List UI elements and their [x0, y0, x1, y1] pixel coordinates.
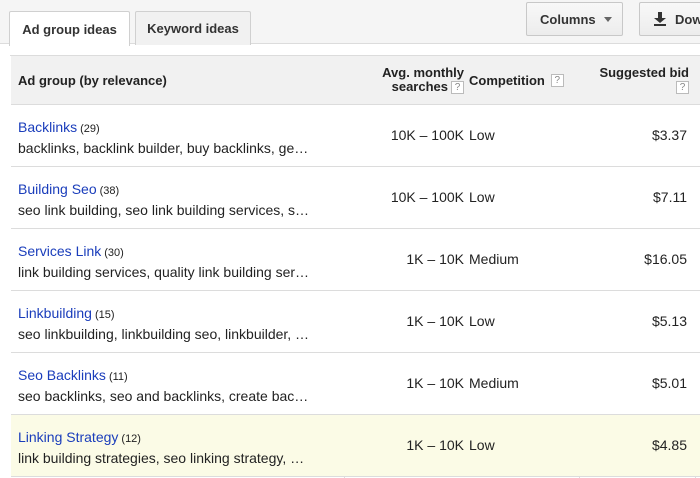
download-icon [654, 12, 666, 26]
bid-cell: $5.01 [651, 375, 687, 391]
bid-cell: $3.37 [651, 127, 687, 143]
searches-cell: 10K – 100K [390, 127, 464, 143]
table-header: Ad group (by relevance) Avg. monthly sea… [11, 56, 700, 105]
columns-button[interactable]: Columns [526, 2, 623, 36]
keyword-count: (38) [99, 185, 120, 197]
searches-cell: 1K – 10K [406, 375, 464, 391]
table-row: Services Link (30) link building services… [11, 229, 700, 291]
help-icon[interactable]: ? [451, 81, 464, 95]
ad-group-cell: Building Seo (38) seo link building, seo … [11, 167, 344, 228]
table-row: Backlinks (29) backlinks, backlink builde… [11, 105, 700, 167]
header-searches-line2: searches [391, 79, 448, 94]
tab-ad-group-ideas[interactable]: Ad group ideas [9, 11, 130, 46]
keyword-list: link building services, quality link bui… [18, 264, 310, 280]
keyword-count: (11) [108, 371, 128, 383]
competition-cell: Low [469, 437, 495, 453]
download-label: Download [675, 11, 700, 27]
keyword-list: seo linkbuilding, linkbuilding seo, link… [18, 326, 310, 342]
header-ad-group[interactable]: Ad group (by relevance) [11, 56, 344, 104]
table-row: Linkbuilding (15) seo linkbuilding, linkb… [11, 291, 700, 353]
bid-cell: $7.11 [653, 189, 687, 205]
header-avg-monthly-searches[interactable]: Avg. monthly searches? [344, 56, 464, 104]
columns-label: Columns [540, 11, 596, 27]
chevron-down-icon [603, 16, 612, 22]
download-button[interactable]: Download [639, 2, 700, 36]
ad-group-link[interactable]: Services Link [18, 243, 101, 259]
table-row: Linking Strategy (12) link building strat… [11, 415, 700, 477]
ad-group-link[interactable]: Linkbuilding [18, 305, 92, 321]
help-icon[interactable]: ? [676, 81, 689, 95]
ad-group-cell: Seo Backlinks (11) seo backlinks, seo and… [11, 353, 344, 414]
table-row: Building Seo (38) seo link building, seo … [11, 167, 700, 229]
competition-cell: Low [469, 127, 495, 143]
keyword-list: seo link building, seo link building ser… [18, 202, 310, 218]
ad-group-cell: Backlinks (29) backlinks, backlink builde… [11, 105, 344, 166]
help-icon[interactable]: ? [550, 73, 564, 87]
ad-group-link[interactable]: Backlinks [18, 119, 77, 135]
keyword-count: (12) [121, 433, 141, 445]
header-bid-label: Suggested bid [599, 65, 689, 80]
ad-group-table: Ad group (by relevance) Avg. monthly sea… [10, 55, 700, 478]
ad-group-link[interactable]: Building Seo [18, 181, 97, 197]
competition-cell: Low [469, 313, 495, 329]
keyword-list: link building strategies, seo linking st… [18, 450, 305, 466]
competition-cell: Medium [469, 251, 519, 267]
ad-group-cell: Linkbuilding (15) seo linkbuilding, linkb… [11, 291, 344, 352]
header-suggested-bid[interactable]: Suggested bid ? [579, 56, 689, 104]
header-competition[interactable]: Competition? [464, 56, 579, 104]
searches-cell: 1K – 10K [406, 437, 464, 453]
keyword-count: (30) [104, 247, 124, 259]
searches-cell: 10K – 100K [390, 189, 464, 205]
bid-cell: $5.13 [651, 313, 687, 329]
keyword-count: (15) [94, 309, 115, 321]
searches-cell: 1K – 10K [406, 251, 464, 267]
ad-group-link[interactable]: Seo Backlinks [18, 367, 106, 383]
competition-cell: Medium [469, 375, 519, 391]
ad-group-link[interactable]: Linking Strategy [18, 429, 118, 445]
keyword-list: backlinks, backlink builder, buy backlin… [18, 140, 309, 156]
table-row: Seo Backlinks (11) seo backlinks, seo and… [11, 353, 700, 415]
searches-cell: 1K – 10K [406, 313, 464, 329]
keyword-count: (29) [80, 123, 100, 135]
bid-cell: $16.05 [644, 251, 687, 267]
ad-group-cell: Services Link (30) link building services… [11, 229, 344, 290]
keyword-list: seo backlinks, seo and backlinks, create… [18, 388, 309, 404]
top-bar: Ad group ideas Keyword ideas Columns Dow… [0, 0, 700, 46]
tab-keyword-ideas[interactable]: Keyword ideas [135, 11, 251, 45]
ad-group-cell: Linking Strategy (12) link building strat… [11, 415, 344, 476]
competition-cell: Low [469, 189, 495, 205]
header-searches-line1: Avg. monthly [382, 65, 464, 80]
bid-cell: $4.85 [651, 437, 687, 453]
